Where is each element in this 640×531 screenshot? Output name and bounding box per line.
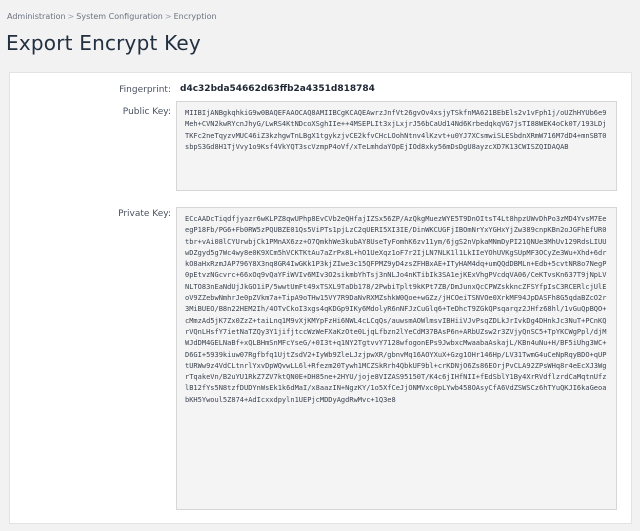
private-key-textarea[interactable]: ECcAADcTiqdfjyazr6wKLPZ8qwUPhp8EvCVb2eQH…	[176, 207, 617, 510]
private-key-row: Private Key: ECcAADcTiqdfjyazr6wKLPZ8qwU…	[10, 207, 631, 510]
page: Administration > System Configuration > Encr…	[0, 0, 640, 531]
private-key-label: Private Key:	[118, 209, 171, 219]
fingerprint-row: Fingerprint: d4c32bda54662d63ffb2a4351d8…	[10, 83, 631, 97]
page-title: Export Encrypt Key	[6, 31, 201, 55]
breadcrumb: Administration > System Configuration > Encr…	[7, 12, 217, 21]
fingerprint-value: d4c32bda54662d63ffb2a4351d818784	[180, 84, 375, 94]
breadcrumb-system-configuration[interactable]: System Configuration	[76, 12, 163, 21]
breadcrumb-separator: >	[67, 12, 75, 21]
fingerprint-label: Fingerprint:	[119, 85, 171, 95]
public-key-textarea[interactable]: MIIBIjANBgkqhkiG9w0BAQEFAAOCAQ8AMIIBCgKC…	[176, 101, 617, 191]
breadcrumb-administration[interactable]: Administration	[7, 12, 66, 21]
breadcrumb-encryption[interactable]: Encryption	[174, 12, 217, 21]
breadcrumb-separator: >	[164, 12, 172, 21]
export-key-panel: Fingerprint: d4c32bda54662d63ffb2a4351d8…	[9, 72, 632, 524]
public-key-label: Public Key:	[122, 107, 171, 117]
public-key-row: Public Key: MIIBIjANBgkqhkiG9w0BAQEFAAOC…	[10, 101, 631, 191]
